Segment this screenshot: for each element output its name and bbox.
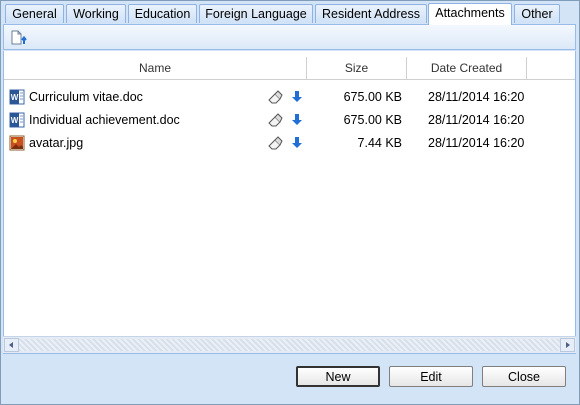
word-doc-icon: W <box>9 89 25 105</box>
tab-education[interactable]: Education <box>128 4 197 23</box>
file-date-created: 28/11/2014 16:20 <box>428 90 525 104</box>
column-header-date-created[interactable]: Date Created <box>407 57 527 79</box>
file-name[interactable]: avatar.jpg <box>29 132 83 154</box>
column-label: Date Created <box>430 61 503 75</box>
column-header-name[interactable]: Name <box>4 57 307 79</box>
download-arrow-icon[interactable] <box>289 135 305 151</box>
column-label: Size <box>344 61 369 75</box>
eraser-icon[interactable] <box>267 89 283 105</box>
scroll-left-button[interactable] <box>4 338 19 352</box>
eraser-icon[interactable] <box>267 112 283 128</box>
attachments-toolbar <box>3 24 576 50</box>
tab-label: Foreign Language <box>205 7 307 21</box>
dialog-window: General Working Education Foreign Langua… <box>0 0 580 405</box>
word-doc-icon: W <box>9 112 25 128</box>
column-label: Name <box>138 61 171 75</box>
svg-text:W: W <box>11 93 19 102</box>
file-size: 675.00 KB <box>343 113 402 127</box>
new-button[interactable]: New <box>296 366 380 387</box>
upload-file-icon <box>11 30 27 45</box>
tab-label: Other <box>521 7 553 21</box>
scroll-track[interactable] <box>19 339 560 351</box>
download-arrow-icon[interactable] <box>289 89 305 105</box>
tab-strip: General Working Education Foreign Langua… <box>3 3 577 25</box>
horizontal-scrollbar[interactable] <box>3 336 576 353</box>
column-header-size[interactable]: Size <box>307 57 407 79</box>
tab-label: General <box>12 7 57 21</box>
file-size: 7.44 KB <box>357 136 402 150</box>
tab-general[interactable]: General <box>5 4 64 23</box>
close-button[interactable]: Close <box>482 366 566 387</box>
attachments-grid: Name Size Date Created W Curriculum vita… <box>3 51 576 354</box>
image-file-icon <box>9 135 25 151</box>
tab-working[interactable]: Working <box>66 4 126 23</box>
svg-text:W: W <box>11 116 19 125</box>
tab-other[interactable]: Other <box>514 4 560 23</box>
grid-header: Name Size Date Created <box>4 57 575 80</box>
eraser-icon[interactable] <box>267 135 283 151</box>
tab-label: Working <box>73 7 119 21</box>
edit-button[interactable]: Edit <box>389 366 473 387</box>
file-date-created: 28/11/2014 16:20 <box>428 113 525 127</box>
tab-label: Resident Address <box>322 7 420 21</box>
file-date-created: 28/11/2014 16:20 <box>428 136 525 150</box>
table-row[interactable]: W Curriculum vitae.doc 675.00 KB 28/11/2… <box>4 86 575 108</box>
download-arrow-icon[interactable] <box>289 112 305 128</box>
file-name[interactable]: Curriculum vitae.doc <box>29 86 143 108</box>
tab-attachments[interactable]: Attachments <box>428 3 512 25</box>
dialog-footer: New Edit Close <box>3 354 576 402</box>
tab-resident-address[interactable]: Resident Address <box>315 4 427 23</box>
upload-button[interactable] <box>9 29 29 47</box>
file-name[interactable]: Individual achievement.doc <box>29 109 180 131</box>
arrow-right-icon <box>566 342 570 348</box>
table-row[interactable]: W Individual achievement.doc 675.00 KB 2… <box>4 109 575 131</box>
tab-label: Attachments <box>435 6 505 20</box>
tab-label: Education <box>134 7 191 21</box>
file-size: 675.00 KB <box>343 90 402 104</box>
table-row[interactable]: avatar.jpg 7.44 KB 28/11/2014 16:20 <box>4 132 575 154</box>
arrow-left-icon <box>9 342 13 348</box>
tab-foreign-language[interactable]: Foreign Language <box>199 4 313 23</box>
scroll-right-button[interactable] <box>560 338 575 352</box>
